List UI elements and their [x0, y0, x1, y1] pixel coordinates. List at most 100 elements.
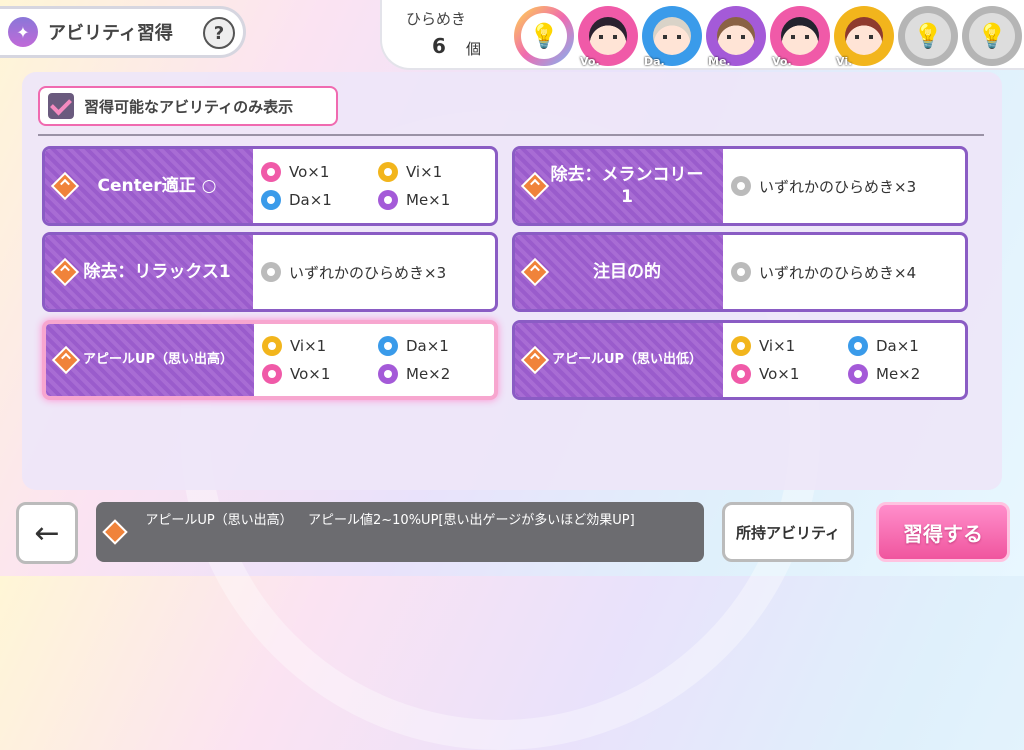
- ability-name-block: アピールUP（思い出低）: [515, 323, 723, 397]
- idol-type-tag: Me.: [708, 55, 731, 68]
- requirement-text: Me×2: [406, 365, 451, 383]
- hirameki-bulb-icon: 💡: [514, 6, 574, 66]
- requirement-text: Vo×1: [290, 365, 331, 383]
- ability-up-icon: [102, 519, 128, 545]
- idol-avatar: [845, 17, 883, 55]
- ability-name-block: 除去：リラックス1: [45, 235, 253, 309]
- any-gem-icon: [731, 262, 751, 282]
- ability-name-block: アピールUP（思い出高）: [46, 324, 254, 396]
- da-gem-icon: [378, 336, 398, 356]
- requirements: いずれかのひらめき×3: [723, 149, 965, 223]
- vi-gem-icon: [262, 336, 282, 356]
- vo-gem-icon: [731, 364, 751, 384]
- ability-up-icon: [520, 257, 550, 287]
- requirement-text: Vi×1: [406, 163, 443, 181]
- requirement: いずれかのひらめき×3: [261, 262, 446, 283]
- ability-name: 注目の的: [593, 261, 661, 282]
- help-button[interactable]: ?: [203, 17, 235, 49]
- hirameki-unit: 個: [466, 40, 482, 58]
- requirement: いずれかのひらめき×3: [731, 176, 916, 197]
- requirement: Vi×1: [731, 336, 848, 356]
- learn-button[interactable]: 習得する: [876, 502, 1010, 562]
- checkbox-icon[interactable]: [48, 93, 74, 119]
- filter-toggle[interactable]: 習得可能なアビリティのみ表示: [38, 86, 338, 126]
- ability-card[interactable]: Center適正 ○ Vo×1 Vi×1 Da×1 Me×1: [42, 146, 498, 226]
- requirement-text: Me×2: [876, 365, 921, 383]
- idol-avatar: [653, 17, 691, 55]
- requirement-text: Vi×1: [290, 337, 327, 355]
- owned-abilities-button[interactable]: 所持アビリティ: [722, 502, 854, 562]
- ability-card[interactable]: 除去：メランコリー1 いずれかのひらめき×3: [512, 146, 968, 226]
- ability-up-icon: [51, 345, 81, 375]
- requirement-text: Da×1: [289, 191, 332, 209]
- da-gem-icon: [848, 336, 868, 356]
- lightbulb-icon: 💡: [905, 13, 951, 59]
- me-gem-icon: [378, 190, 398, 210]
- idol-slot: Me.: [706, 6, 766, 68]
- page-title: アビリティ習得: [48, 23, 173, 44]
- requirement: Vo×1: [731, 364, 848, 384]
- ability-card[interactable]: 注目の的 いずれかのひらめき×4: [512, 232, 968, 312]
- ability-name: 除去：リラックス1: [83, 261, 231, 282]
- lightbulb-icon: 💡: [521, 13, 567, 59]
- description-box: アピールUP（思い出高） アピール値2~10%UP[思い出ゲージが多いほど効果U…: [96, 502, 704, 562]
- header: ✦ アビリティ習得 ? ひらめき 6 個 💡 Vo. Da. Me. Vo. Vi. 💡 💡: [0, 0, 1024, 70]
- vi-gem-icon: [378, 162, 398, 182]
- vi-gem-icon: [731, 336, 751, 356]
- back-button[interactable]: ←: [16, 502, 78, 564]
- divider: [38, 134, 984, 136]
- requirement: Me×1: [378, 190, 495, 210]
- ability-name: Center適正 ○: [97, 175, 217, 196]
- empty-slot: 💡: [898, 6, 958, 66]
- requirement-text: いずれかのひらめき×3: [289, 263, 447, 282]
- lightbulb-icon: 💡: [969, 13, 1015, 59]
- da-gem-icon: [261, 190, 281, 210]
- ability-name-block: 注目の的: [515, 235, 723, 309]
- idol-type-tag: Vo.: [580, 55, 600, 68]
- requirement: Me×2: [848, 364, 965, 384]
- ability-card[interactable]: アピールUP（思い出低） Vi×1 Da×1 Vo×1 Me×2: [512, 320, 968, 400]
- filter-label: 習得可能なアビリティのみ表示: [84, 97, 294, 116]
- requirements: Vi×1 Da×1 Vo×1 Me×2: [723, 323, 965, 397]
- requirement-text: Vo×1: [759, 365, 800, 383]
- vo-gem-icon: [262, 364, 282, 384]
- requirement: Vi×1: [262, 336, 378, 356]
- title-box: ✦ アビリティ習得 ?: [0, 6, 246, 58]
- requirements: Vi×1 Da×1 Vo×1 Me×2: [254, 324, 494, 396]
- requirement-text: Da×1: [406, 337, 449, 355]
- description-ability-name: アピールUP（思い出高）: [145, 513, 293, 528]
- idol-type-tag: Vi.: [836, 55, 853, 68]
- requirement-text: Da×1: [876, 337, 919, 355]
- idol-slot: Vi.: [834, 6, 894, 68]
- description-text: アピール値2~10%UP[思い出ゲージが多いほど効果UP]: [308, 513, 635, 528]
- any-gem-icon: [731, 176, 751, 196]
- ability-card[interactable]: 除去：リラックス1 いずれかのひらめき×3: [42, 232, 498, 312]
- me-gem-icon: [378, 364, 398, 384]
- idol-slot: Vo.: [578, 6, 638, 68]
- requirement-text: いずれかのひらめき×3: [759, 177, 917, 196]
- ability-name-block: 除去：メランコリー1: [515, 149, 723, 223]
- empty-slot: 💡: [962, 6, 1022, 66]
- requirement: Da×1: [378, 336, 494, 356]
- idol-avatar: [781, 17, 819, 55]
- requirement: Vi×1: [378, 162, 495, 182]
- requirements: Vo×1 Vi×1 Da×1 Me×1: [253, 149, 495, 223]
- vo-gem-icon: [261, 162, 281, 182]
- requirement: Da×1: [848, 336, 965, 356]
- ability-name: アピールUP（思い出高）: [82, 351, 234, 367]
- requirement: Vo×1: [262, 364, 378, 384]
- requirement-text: Vo×1: [289, 163, 330, 181]
- requirement: Da×1: [261, 190, 378, 210]
- requirement: いずれかのひらめき×4: [731, 262, 916, 283]
- ability-icon: ✦: [8, 17, 38, 47]
- requirement-text: いずれかのひらめき×4: [759, 263, 917, 282]
- requirements: いずれかのひらめき×4: [723, 235, 965, 309]
- ability-name: アピールUP（思い出低）: [551, 351, 703, 367]
- hirameki-count: 6: [432, 34, 446, 58]
- ability-up-icon: [520, 345, 550, 375]
- idol-avatar: [589, 17, 627, 55]
- ability-card[interactable]: アピールUP（思い出高） Vi×1 Da×1 Vo×1 Me×2: [42, 320, 498, 400]
- idol-type-tag: Da.: [644, 55, 665, 68]
- hirameki-label: ひらめき: [406, 10, 467, 28]
- ability-name-block: Center適正 ○: [45, 149, 253, 223]
